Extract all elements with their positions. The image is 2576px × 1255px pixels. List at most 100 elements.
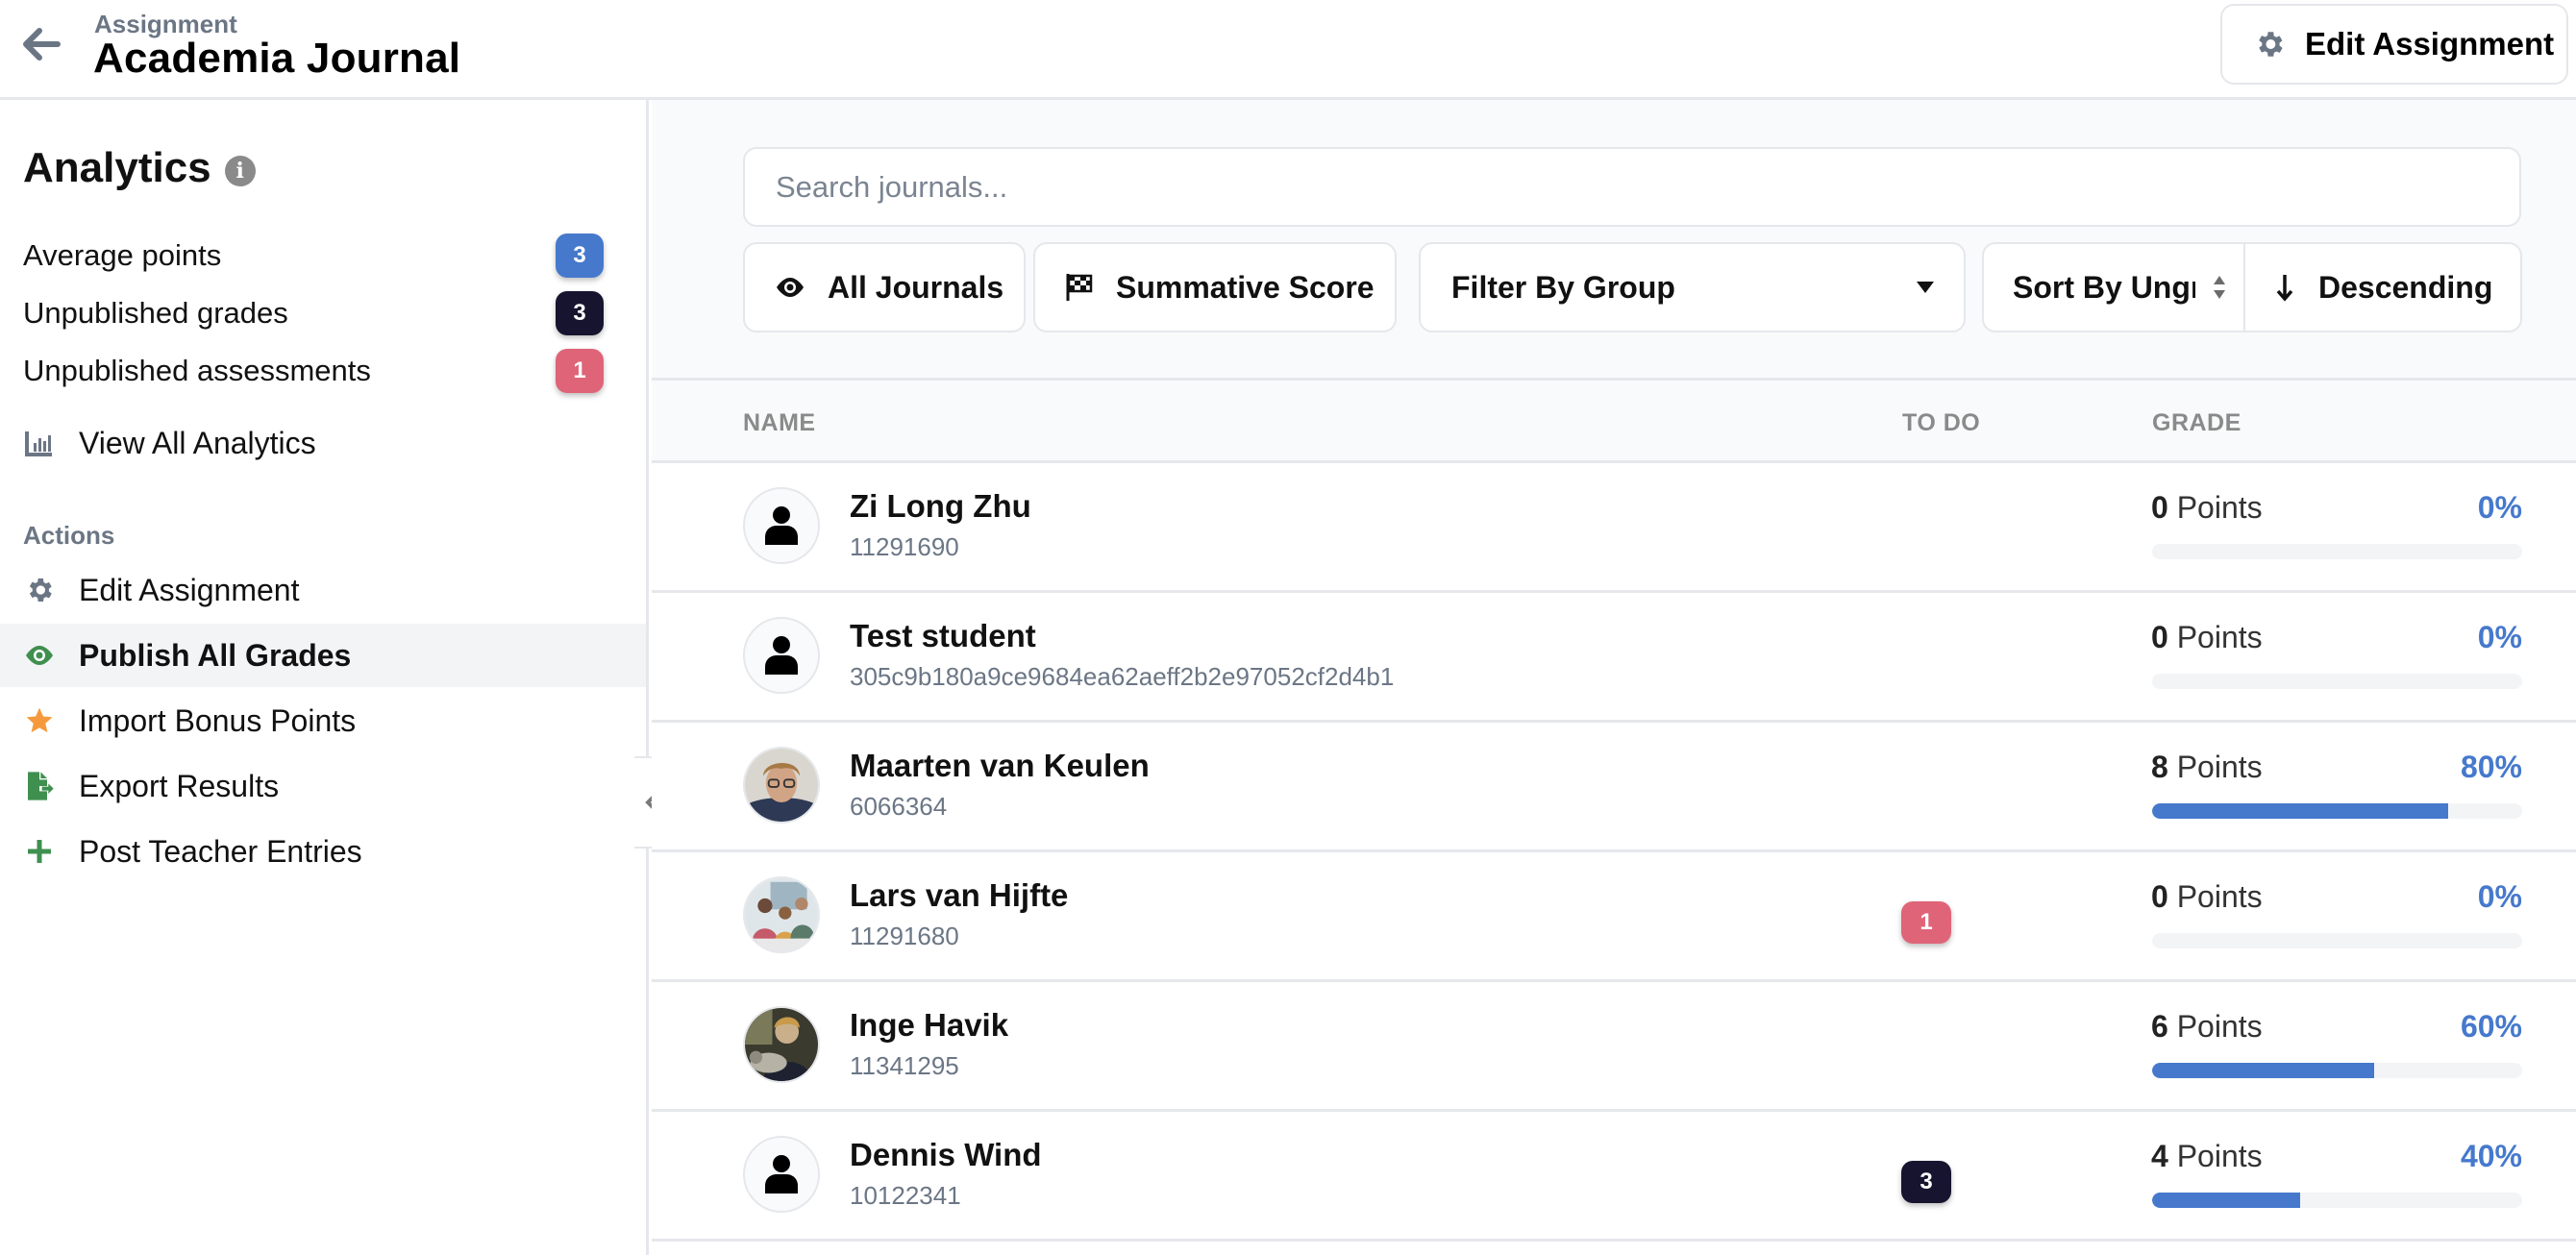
action-import-bonus-points[interactable]: Import Bonus Points — [0, 689, 646, 752]
stat-badge: 3 — [556, 234, 604, 278]
student-id: 6066364 — [850, 792, 948, 821]
student-row[interactable]: Dennis Wind 10122341 3 4 Points 40% — [652, 1112, 2576, 1242]
default-avatar-user-icon — [743, 487, 820, 564]
eye-icon — [23, 639, 56, 672]
grade-progress-bar — [2152, 933, 2522, 948]
grade-percent: 80% — [2460, 750, 2522, 784]
stat-unpublished-assessments: Unpublished assessments 1 — [23, 349, 604, 393]
summative-score-button[interactable]: Summative Score — [1033, 242, 1397, 332]
stat-unpublished-grades: Unpublished grades 3 — [23, 291, 604, 335]
student-id: 11341295 — [850, 1051, 959, 1080]
page-header: Assignment Academia Journal Edit Assignm… — [0, 0, 2576, 100]
edit-assignment-button[interactable]: Edit Assignment — [2220, 4, 2568, 85]
gear-icon — [23, 574, 56, 606]
arrow-left-icon — [23, 28, 61, 61]
student-name: Zi Long Zhu — [850, 488, 1031, 524]
checkered-flag-icon — [1066, 274, 1093, 301]
points-label: Points — [2176, 490, 2263, 525]
student-row[interactable]: Inge Havik 11341295 6 Points 60% — [652, 982, 2576, 1112]
main-content: All Journals Summative Score Filter By G… — [652, 100, 2576, 1255]
analytics-title: Analytics — [23, 144, 211, 191]
action-edit-assignment[interactable]: Edit Assignment — [0, 558, 646, 622]
grade-percent: 40% — [2460, 1139, 2522, 1173]
file-export-icon — [23, 770, 56, 802]
column-header-grade[interactable]: GRADE — [2152, 409, 2242, 437]
analytics-heading: Analytics i — [23, 144, 256, 192]
actions-section-label: Actions — [23, 521, 115, 550]
grade-progress-bar — [2152, 1063, 2522, 1078]
student-row[interactable]: Lars van Hijfte 11291680 1 0 Points 0% — [652, 852, 2576, 982]
search-journals-input[interactable] — [743, 147, 2521, 227]
student-id: 11291680 — [850, 922, 959, 950]
filter-by-group-label: Filter By Group — [1451, 269, 1675, 305]
todo-badge: 1 — [1901, 901, 1951, 944]
avatar — [743, 747, 820, 824]
caret-down-icon — [1917, 282, 1934, 293]
filter-by-group-select[interactable]: Filter By Group — [1419, 242, 1966, 332]
stat-badge: 1 — [556, 349, 604, 393]
student-name: Dennis Wind — [850, 1137, 1042, 1172]
view-all-analytics-label: View All Analytics — [79, 425, 316, 460]
sort-by-label: Sort By Ungraded — [2013, 269, 2195, 305]
view-all-analytics-link[interactable]: View All Analytics — [0, 411, 646, 475]
points-label: Points — [2176, 620, 2263, 654]
stat-label: Unpublished grades — [23, 296, 288, 330]
grade-progress-bar — [2152, 544, 2522, 559]
grade-points: 0 Points — [2151, 879, 2263, 915]
grade-percent: 60% — [2460, 1009, 2522, 1044]
points-label: Points — [2176, 879, 2263, 914]
student-row[interactable]: Test student 305c9b180a9ce9684ea62aeff2b2… — [652, 593, 2576, 723]
student-name: Lars van Hijfte — [850, 877, 1069, 913]
student-row[interactable]: Zi Long Zhu 11291690 0 Points 0% — [652, 463, 2576, 593]
points-value: 0 — [2151, 620, 2168, 654]
grade-progress-bar — [2152, 1193, 2522, 1208]
avatar — [743, 1006, 820, 1083]
grade-points: 6 Points — [2151, 1009, 2263, 1045]
back-button[interactable] — [17, 23, 65, 65]
summative-score-label: Summative Score — [1116, 269, 1375, 305]
grade-progress-bar — [2152, 803, 2522, 819]
points-label: Points — [2176, 1009, 2263, 1044]
column-header-todo[interactable]: TO DO — [1902, 409, 1980, 437]
todo-badge: 3 — [1901, 1161, 1951, 1203]
grade-progress-bar — [2152, 674, 2522, 689]
grade-points: 4 Points — [2151, 1139, 2263, 1174]
action-publish-all-grades[interactable]: Publish All Grades — [0, 624, 646, 687]
action-label: Edit Assignment — [79, 572, 300, 607]
student-name: Test student — [850, 618, 1036, 653]
column-header-name[interactable]: NAME — [743, 409, 816, 437]
student-id: 10122341 — [850, 1181, 961, 1210]
arrow-down-icon — [2276, 275, 2293, 302]
sort-direction-label: Descending — [2318, 269, 2493, 305]
sort-control: Sort By Ungraded Descending — [1982, 242, 2522, 332]
sort-direction-button[interactable]: Descending — [2245, 244, 2520, 331]
student-id: 305c9b180a9ce9684ea62aeff2b2e97052cf2d4b… — [850, 662, 1395, 691]
grade-progress-fill — [2152, 1063, 2374, 1078]
bar-chart-icon — [23, 427, 56, 459]
grade-points: 0 Points — [2151, 620, 2263, 655]
action-label: Publish All Grades — [79, 637, 352, 673]
points-label: Points — [2176, 1139, 2263, 1173]
points-value: 8 — [2151, 750, 2168, 784]
sort-by-select[interactable]: Sort By Ungraded — [1984, 244, 2245, 331]
student-id: 11291690 — [850, 532, 959, 561]
action-label: Import Bonus Points — [79, 702, 357, 738]
all-journals-button[interactable]: All Journals — [743, 242, 1026, 332]
grade-points: 8 Points — [2151, 750, 2263, 785]
info-icon[interactable]: i — [224, 156, 256, 186]
action-label: Post Teacher Entries — [79, 833, 362, 869]
eye-icon — [777, 278, 804, 297]
grade-points: 0 Points — [2151, 490, 2263, 526]
action-export-results[interactable]: Export Results — [0, 754, 646, 818]
points-value: 0 — [2151, 490, 2168, 525]
stat-badge: 3 — [556, 291, 604, 335]
edit-assignment-label: Edit Assignment — [2305, 26, 2555, 62]
stat-label: Unpublished assessments — [23, 354, 371, 387]
stat-average-points: Average points 3 — [23, 234, 604, 278]
student-name: Maarten van Keulen — [850, 748, 1150, 783]
star-icon — [23, 704, 56, 737]
all-journals-label: All Journals — [828, 269, 1004, 305]
grade-progress-fill — [2152, 803, 2448, 819]
action-post-teacher-entries[interactable]: Post Teacher Entries — [0, 820, 646, 883]
student-row[interactable]: Maarten van Keulen 6066364 8 Points 80% — [652, 723, 2576, 852]
